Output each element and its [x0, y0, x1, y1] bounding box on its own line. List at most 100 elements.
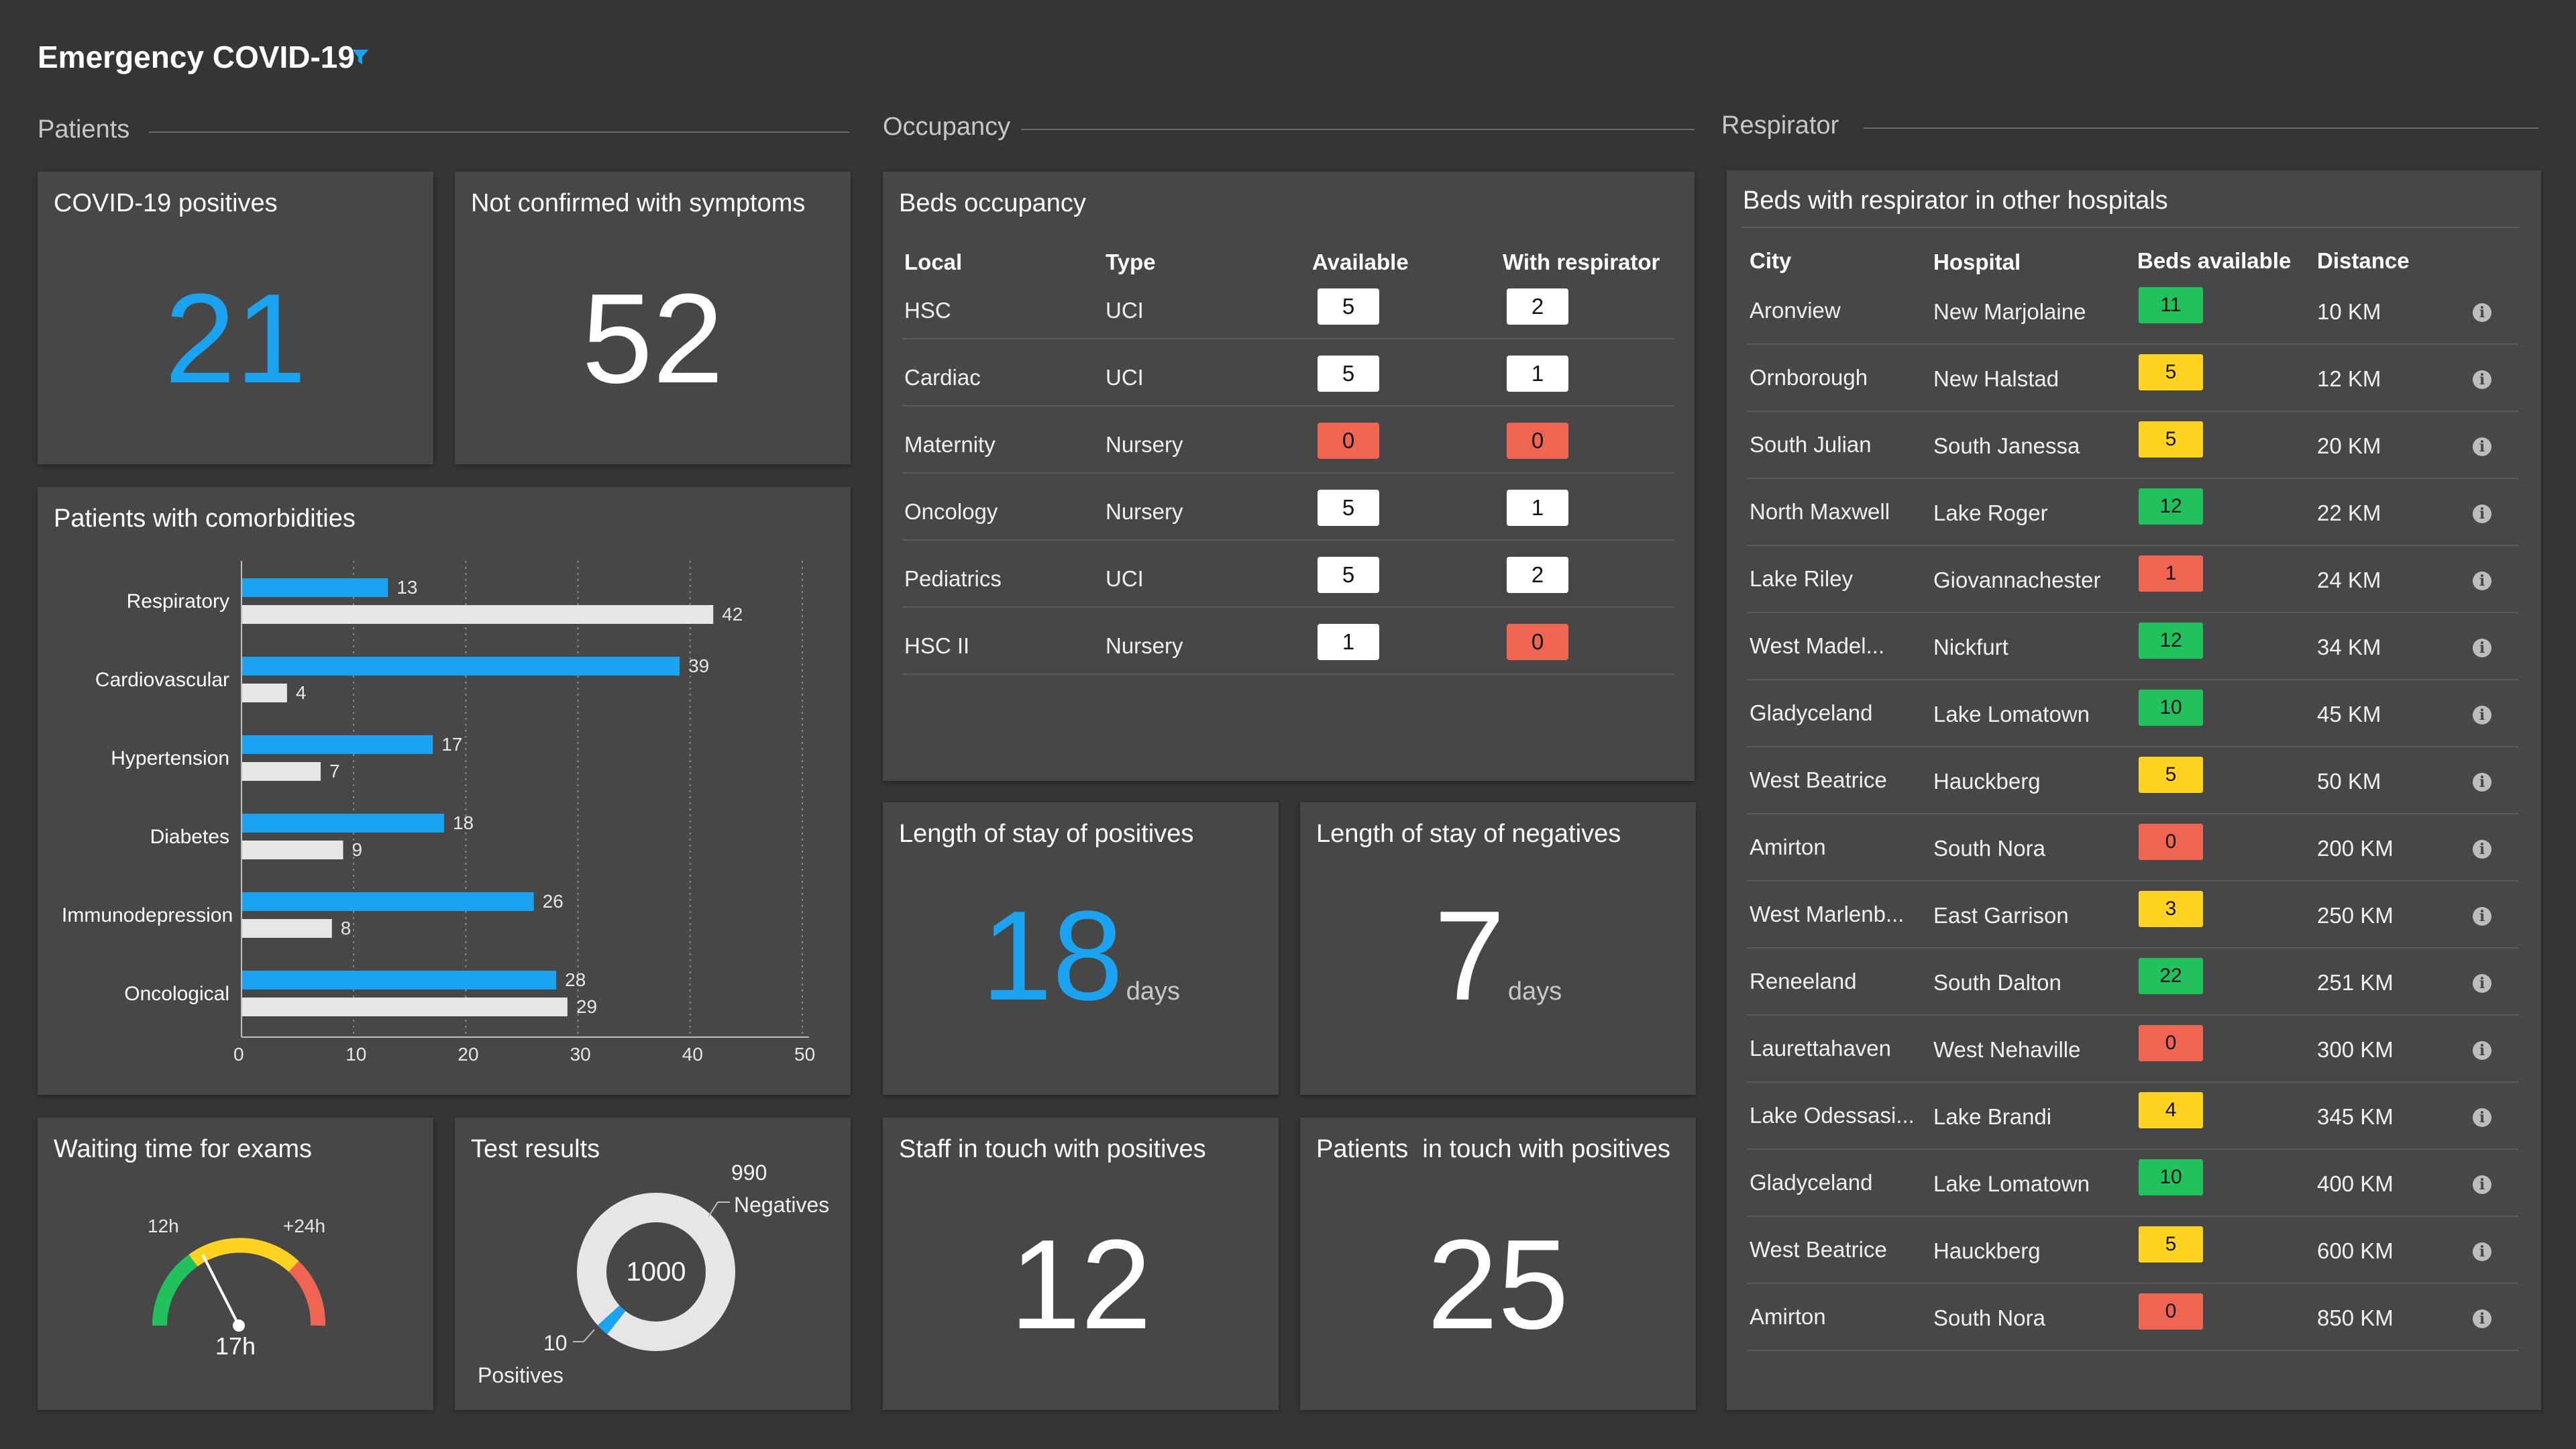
category-label: Oncological	[124, 983, 229, 1005]
stay-positives-figure: 18 days	[883, 883, 1279, 1029]
hospital-cell-distance: 400 KM	[2317, 1171, 2394, 1196]
x-tick-label: 30	[570, 1044, 591, 1065]
row-divider	[1747, 343, 2518, 345]
stay-positives-value: 18	[981, 885, 1124, 1027]
info-icon[interactable]: i	[2473, 504, 2491, 523]
row-divider	[1747, 679, 2518, 680]
stay-negatives-card: Length of stay of negatives 7 days	[1300, 802, 1696, 1095]
stay-positives-unit: days	[1126, 977, 1181, 1006]
row-divider	[1747, 411, 2518, 412]
not-confirmed-value: 52	[582, 268, 724, 410]
row-divider	[1747, 880, 2518, 881]
row-divider	[1747, 947, 2518, 949]
hospital-cell-name: South Janessa	[1933, 433, 2080, 458]
bar[interactable]	[242, 919, 332, 938]
hospital-cell-name: Giovannachester	[1933, 568, 2101, 592]
bar[interactable]	[242, 684, 287, 702]
bar[interactable]	[242, 892, 534, 911]
bar[interactable]	[242, 657, 680, 676]
bar-value-label: 8	[340, 918, 352, 938]
card-title: Not confirmed with symptoms	[471, 189, 806, 217]
bar[interactable]	[242, 841, 343, 859]
beds-cell-local: Maternity	[904, 432, 996, 457]
beds-available-badge: 11	[2139, 287, 2203, 323]
bar-value-label: 9	[352, 839, 363, 860]
hospital-cell-name: Lake Brandi	[1933, 1104, 2052, 1129]
row-divider	[903, 472, 1674, 474]
info-icon[interactable]: i	[2473, 1175, 2491, 1194]
negatives-label: Negatives	[734, 1193, 830, 1217]
card-title: Beds occupancy	[899, 189, 1086, 217]
hospital-cell-distance: 600 KM	[2317, 1238, 2394, 1263]
info-icon[interactable]: i	[2473, 303, 2491, 322]
hospital-cell-name: Lake Roger	[1933, 500, 2048, 525]
beds-cell-type: Nursery	[1106, 633, 1183, 658]
bar[interactable]	[242, 605, 714, 624]
dashboard-title: Emergency COVID-19	[38, 40, 355, 74]
beds-cell-local: HSC II	[904, 633, 970, 658]
info-icon[interactable]: i	[2473, 437, 2491, 456]
info-icon[interactable]: i	[2473, 1041, 2491, 1060]
hospital-cell-name: Hauckberg	[1933, 1238, 2041, 1263]
info-icon[interactable]: i	[2473, 572, 2491, 590]
info-icon[interactable]: i	[2473, 1108, 2491, 1127]
beds-available-badge: 0	[2139, 824, 2203, 860]
bar[interactable]	[242, 578, 388, 597]
bar[interactable]	[242, 814, 444, 833]
negatives-value: 990	[731, 1161, 767, 1185]
category-label: Cardiovascular	[95, 669, 229, 691]
hospital-cell-name: New Halstad	[1933, 366, 2059, 391]
x-tick-label: 50	[794, 1044, 816, 1065]
bar[interactable]	[242, 998, 568, 1016]
info-icon[interactable]: i	[2473, 1242, 2491, 1261]
beds-available-badge: 5	[2139, 1226, 2203, 1263]
beds-available-chip: 1	[1318, 624, 1379, 660]
stay-positives-card: Length of stay of positives 18 days	[883, 802, 1279, 1095]
beds-occupancy-card: Beds occupancy Local Type Available With…	[883, 172, 1695, 781]
info-icon[interactable]: i	[2473, 706, 2491, 724]
filter-icon[interactable]	[350, 47, 370, 67]
covid-positives-value: 21	[164, 268, 307, 410]
col-header-beds-available: Beds available	[2137, 248, 2292, 273]
beds-available-badge: 0	[2139, 1293, 2203, 1330]
hospital-cell-city: South Julian	[1750, 432, 1872, 457]
info-icon[interactable]: i	[2473, 773, 2491, 792]
x-tick-label: 20	[458, 1044, 479, 1065]
info-icon[interactable]: i	[2473, 907, 2491, 926]
x-tick-label: 0	[233, 1044, 244, 1065]
info-icon[interactable]: i	[2473, 840, 2491, 859]
stay-negatives-figure: 7 days	[1300, 883, 1696, 1029]
card-title: Beds with respirator in other hospitals	[1743, 186, 2168, 215]
bar[interactable]	[242, 971, 557, 989]
info-icon[interactable]: i	[2473, 1309, 2491, 1328]
row-divider	[1747, 1148, 2518, 1150]
info-icon[interactable]: i	[2473, 370, 2491, 389]
beds-cell-type: UCI	[1106, 566, 1144, 591]
card-title: Waiting time for exams	[54, 1135, 313, 1163]
bar-value-label: 7	[329, 761, 340, 782]
staff-touch-value: 12	[1010, 1214, 1152, 1356]
not-confirmed-card: Not confirmed with symptoms 52	[455, 172, 851, 464]
col-header-type: Type	[1106, 250, 1156, 274]
positives-label: Positives	[478, 1363, 564, 1387]
hospital-cell-distance: 20 KM	[2317, 433, 2381, 458]
col-header-available: Available	[1312, 250, 1409, 274]
bar[interactable]	[242, 762, 321, 781]
hospital-cell-city: Reneeland	[1750, 969, 1857, 994]
stay-negatives-value: 7	[1434, 885, 1505, 1027]
bar[interactable]	[242, 735, 433, 754]
hospital-cell-name: New Marjolaine	[1933, 299, 2086, 324]
hospital-cell-distance: 200 KM	[2317, 836, 2394, 861]
beds-available-chip: 5	[1318, 356, 1379, 392]
hospital-cell-name: Nickfurt	[1933, 635, 2008, 659]
hospital-cell-city: West Marlenb...	[1750, 902, 1904, 926]
info-icon[interactable]: i	[2473, 639, 2491, 657]
bar-value-label: 4	[295, 682, 307, 703]
hospitals-card: Beds with respirator in other hospitals …	[1727, 170, 2541, 1410]
section-divider	[1021, 129, 1695, 130]
beds-cell-local: Cardiac	[904, 365, 981, 390]
hospital-cell-name: Lake Lomatown	[1933, 702, 2090, 727]
info-icon[interactable]: i	[2473, 974, 2491, 993]
beds-cell-local: Oncology	[904, 499, 998, 524]
beds-available-badge: 10	[2139, 1159, 2203, 1195]
